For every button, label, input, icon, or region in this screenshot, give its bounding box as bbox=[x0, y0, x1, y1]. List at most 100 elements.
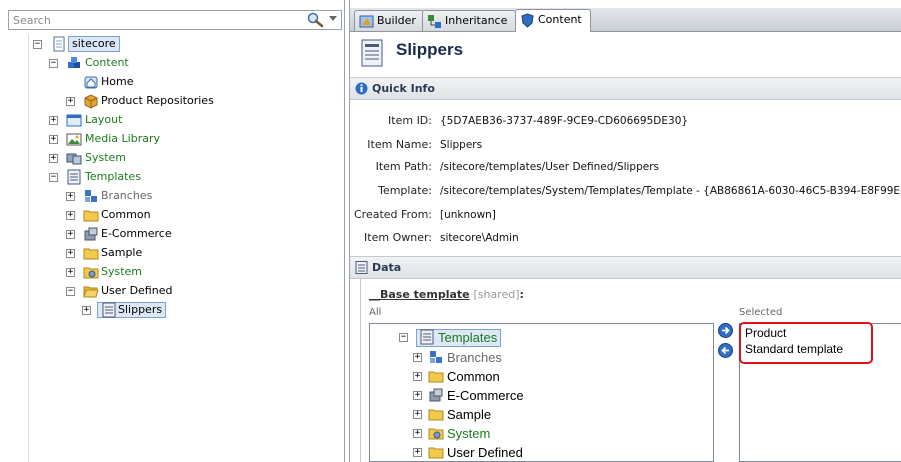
expand-icon[interactable]: + bbox=[82, 306, 91, 315]
info-icon bbox=[355, 82, 368, 95]
branches-icon bbox=[430, 351, 442, 363]
quick-info-section-header[interactable]: Quick Info bbox=[350, 77, 901, 100]
ecommerce-icon bbox=[429, 388, 443, 402]
system-folder-icon bbox=[83, 267, 99, 279]
tab-builder[interactable]: Builder bbox=[354, 10, 425, 31]
tree-node-home[interactable]: Home bbox=[66, 73, 206, 91]
all-tree-node-templates[interactable]: − Templates bbox=[399, 328, 549, 347]
tree-node-e-commerce[interactable]: + E-Commerce bbox=[66, 225, 206, 243]
system-icon bbox=[66, 153, 82, 165]
tree-node-label: sitecore bbox=[68, 36, 120, 52]
all-tree-node-sample[interactable]: + Sample bbox=[413, 405, 563, 424]
selected-list-label: Selected bbox=[739, 307, 783, 318]
tree-node-templates[interactable]: − Templates bbox=[49, 168, 189, 186]
expand-icon[interactable]: + bbox=[413, 410, 422, 419]
search-input[interactable] bbox=[9, 11, 299, 29]
home-icon bbox=[84, 76, 98, 89]
template-icon bbox=[420, 329, 434, 345]
expand-icon[interactable]: + bbox=[413, 372, 422, 381]
template-value[interactable]: /sitecore/templates/System/Templates/Tem… bbox=[440, 185, 901, 197]
expand-icon[interactable]: + bbox=[66, 249, 75, 258]
content-shield-icon bbox=[521, 13, 534, 28]
tree-node-label: Common bbox=[447, 369, 500, 384]
page-title: Slippers bbox=[396, 40, 464, 59]
all-tree-node-user-defined[interactable]: + User Defined bbox=[413, 443, 563, 461]
content-cubes-icon bbox=[68, 57, 80, 68]
tree-node-layout[interactable]: + Layout bbox=[49, 111, 189, 129]
folder-icon bbox=[428, 371, 444, 383]
expand-icon[interactable]: + bbox=[66, 211, 75, 220]
expand-icon[interactable]: + bbox=[49, 154, 58, 163]
tree-node-templates-system[interactable]: + System bbox=[66, 263, 206, 281]
expand-icon[interactable]: + bbox=[413, 391, 422, 400]
tree-node-slippers[interactable]: + Slippers bbox=[82, 301, 222, 319]
media-image-icon bbox=[66, 133, 82, 146]
expand-icon[interactable]: + bbox=[413, 353, 422, 362]
tree-node-label: Content bbox=[85, 56, 129, 69]
remove-arrow-left-icon[interactable] bbox=[718, 343, 733, 358]
expand-icon[interactable]: + bbox=[66, 268, 75, 277]
section-title: Quick Info bbox=[372, 82, 435, 95]
shared-tag: [shared] bbox=[473, 288, 520, 301]
folder-icon bbox=[428, 447, 444, 459]
all-tree-node-common[interactable]: + Common bbox=[413, 367, 563, 386]
tab-inheritance[interactable]: Inheritance bbox=[422, 10, 517, 31]
tree-node-label: Branches bbox=[447, 350, 502, 365]
expand-icon[interactable]: + bbox=[66, 192, 75, 201]
tree-node-branches[interactable]: + Branches bbox=[66, 187, 206, 205]
expand-icon[interactable]: + bbox=[413, 429, 422, 438]
tab-label: Content bbox=[538, 13, 582, 26]
add-arrow-right-icon[interactable] bbox=[718, 323, 733, 338]
expand-icon[interactable]: + bbox=[66, 230, 75, 239]
template-label: Template: bbox=[378, 184, 432, 197]
tree-node-label: Media Library bbox=[85, 132, 160, 145]
tree-node-content[interactable]: − Content bbox=[49, 54, 189, 72]
folder-icon bbox=[428, 409, 444, 421]
tree-node-system[interactable]: + System bbox=[49, 149, 189, 167]
tree-node-label: Product Repositories bbox=[101, 94, 214, 107]
collapse-icon[interactable]: − bbox=[399, 333, 408, 342]
item-header: Slippers bbox=[350, 33, 901, 75]
item-id-value: {5D7AEB36-3737-489F-9CE9-CD606695DE30} bbox=[440, 115, 689, 127]
base-template-field-label: __Base template [shared]: bbox=[369, 288, 524, 301]
system-folder-icon bbox=[428, 428, 444, 440]
editor-tabstrip: Builder Inheritance Content bbox=[350, 8, 901, 32]
collapse-icon[interactable]: − bbox=[33, 40, 42, 49]
all-tree-node-e-commerce[interactable]: + E-Commerce bbox=[413, 386, 563, 405]
tree-guide-line bbox=[28, 34, 29, 462]
expand-icon[interactable]: + bbox=[66, 97, 75, 106]
tree-node-label: E-Commerce bbox=[101, 227, 172, 240]
item-id-label: Item ID: bbox=[388, 114, 432, 127]
collapse-icon[interactable]: − bbox=[66, 287, 75, 296]
collapse-icon[interactable]: − bbox=[49, 173, 58, 182]
collapse-icon[interactable]: − bbox=[49, 59, 58, 68]
tree-node-label: Templates bbox=[85, 170, 141, 183]
section-title: Data bbox=[372, 261, 402, 274]
all-tree-node-branches[interactable]: + Branches bbox=[413, 348, 563, 367]
search-icon[interactable] bbox=[306, 12, 324, 28]
tree-node-product-repositories[interactable]: + Product Repositories bbox=[66, 92, 246, 110]
tree-node-media-library[interactable]: + Media Library bbox=[49, 130, 209, 148]
expand-icon[interactable]: + bbox=[49, 135, 58, 144]
search-dropdown-arrow-icon[interactable] bbox=[329, 16, 337, 21]
tree-node-user-defined[interactable]: − User Defined bbox=[66, 282, 206, 300]
tree-node-sitecore[interactable]: − sitecore bbox=[33, 35, 173, 53]
ecommerce-icon bbox=[84, 227, 98, 241]
builder-icon bbox=[359, 15, 374, 28]
expand-icon[interactable]: + bbox=[49, 116, 58, 125]
folder-icon bbox=[83, 248, 99, 260]
tab-content[interactable]: Content bbox=[515, 9, 591, 32]
all-templates-tree[interactable]: − Templates + Branches + Common + E-Comm… bbox=[369, 323, 714, 462]
inheritance-icon bbox=[428, 15, 441, 28]
expand-icon[interactable]: + bbox=[413, 448, 422, 457]
tree-node-label: Home bbox=[101, 75, 134, 88]
tree-node-label: User Defined bbox=[447, 445, 523, 460]
created-from-label: Created From: bbox=[354, 208, 432, 221]
tree-node-sample[interactable]: + Sample bbox=[66, 244, 206, 262]
item-name-value: Slippers bbox=[440, 139, 483, 151]
tree-node-common[interactable]: + Common bbox=[66, 206, 206, 224]
data-section-header[interactable]: Data bbox=[350, 256, 901, 279]
created-from-value: [unknown] bbox=[440, 209, 496, 221]
all-tree-node-system[interactable]: + System bbox=[413, 424, 563, 443]
layout-window-icon bbox=[66, 114, 82, 127]
